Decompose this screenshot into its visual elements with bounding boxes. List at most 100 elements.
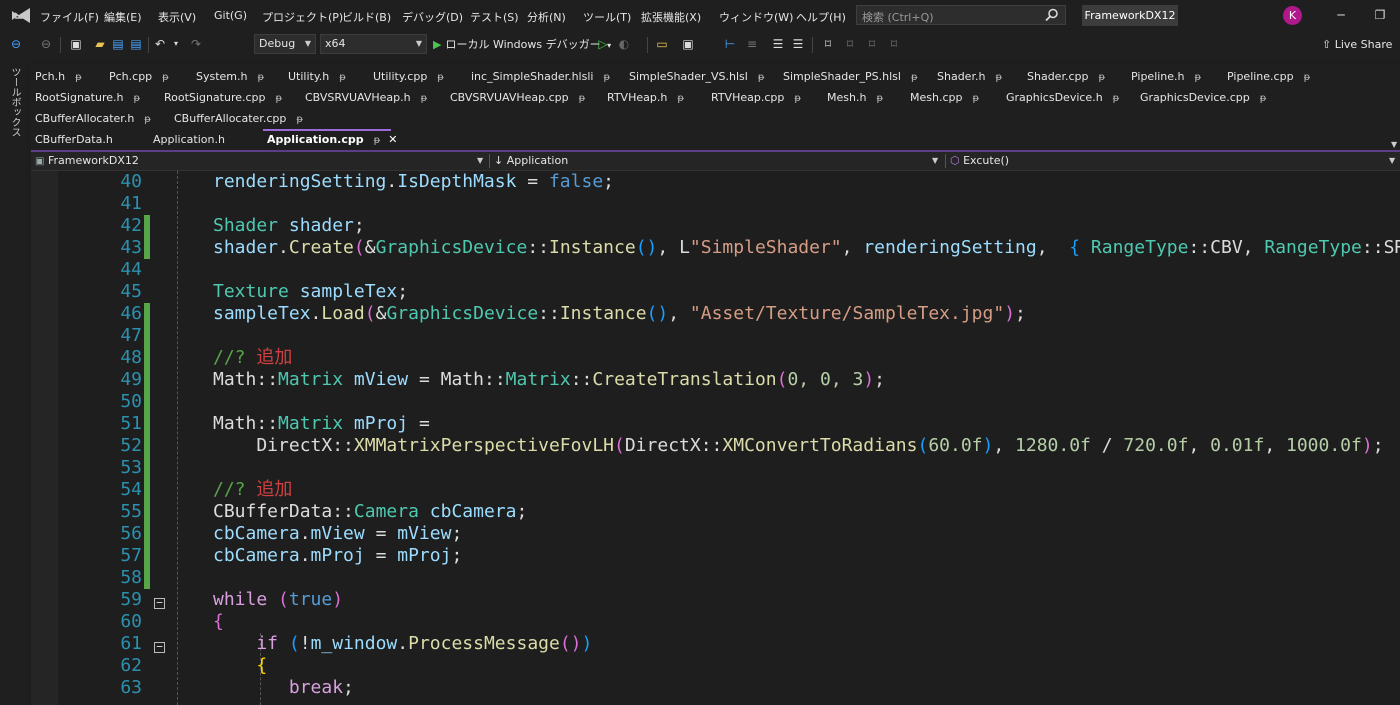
code-line[interactable]: { [213, 611, 224, 633]
pin-icon[interactable]: ᵽ [911, 72, 918, 83]
tab-cbufferallocater-cpp[interactable]: CBufferAllocater.cpp ᵽ [170, 108, 303, 129]
visual-studio-logo-icon[interactable] [10, 7, 32, 24]
pin-icon[interactable]: ᵽ [1260, 93, 1267, 104]
pin-icon[interactable]: ᵽ [75, 72, 82, 83]
undo-icon[interactable]: ↶ [152, 36, 168, 52]
bookmark-clear-icon[interactable]: ⌑ [886, 36, 902, 52]
pin-icon[interactable]: ᵽ [296, 114, 303, 125]
code-line[interactable]: cbCamera.mView = mView; [213, 523, 462, 545]
tab-cbvsrvuavheap-cpp[interactable]: CBVSRVUAVHeap.cpp ᵽ [446, 87, 585, 108]
chevron-down-icon[interactable]: ▼ [1391, 140, 1397, 149]
tab-cbvsrvuavheap-h[interactable]: CBVSRVUAVHeap.h ᵽ [301, 87, 427, 108]
avatar[interactable]: K [1283, 6, 1302, 25]
uncomment-icon[interactable]: ☰ [790, 36, 806, 52]
browse-icon[interactable]: ▭ [654, 36, 670, 52]
toolbox-panel[interactable]: ツールボックス [0, 59, 26, 705]
tab-simpleshader-vs-hlsl[interactable]: SimpleShader_VS.hlsl ᵽ [625, 66, 765, 87]
menu-extensions[interactable]: 拡張機能(X) [641, 9, 701, 25]
tab-inc-simpleshader-hlsli[interactable]: inc_SimpleShader.hlsli ᵽ [467, 66, 610, 87]
pin-icon[interactable]: ᵽ [758, 72, 765, 83]
pin-icon[interactable]: ᵽ [276, 93, 283, 104]
member-dropdown[interactable]: ⬡ Excute() ▼ [950, 152, 1398, 170]
collapse-icon[interactable]: − [154, 597, 165, 609]
tab-rootsignature-cpp[interactable]: RootSignature.cpp ᵽ [160, 87, 282, 108]
configuration-dropdown[interactable]: Debug ▼ [254, 34, 316, 54]
collapse-icon[interactable]: − [154, 641, 165, 653]
tab-utility-h[interactable]: Utility.h ᵽ [284, 66, 346, 87]
menu-tools[interactable]: ツール(T) [583, 9, 631, 25]
code-line[interactable]: shader.Create(&GraphicsDevice::Instance(… [213, 237, 1400, 259]
start-debugging-button[interactable]: ▶ ローカル Windows デバッガー ▾ [433, 36, 611, 52]
platform-dropdown[interactable]: x64 ▼ [320, 34, 427, 54]
pin-icon[interactable]: ᵽ [1195, 72, 1202, 83]
project-dropdown[interactable]: ▣ FrameworkDX12 ▼ [35, 152, 485, 170]
code-line[interactable]: DirectX::XMMatrixPerspectiveFovLH(Direct… [213, 435, 1383, 457]
menu-git[interactable]: Git(G) [214, 9, 247, 22]
window-layout-icon[interactable]: ▣ [680, 36, 696, 52]
hot-reload-icon[interactable]: ◐ [616, 36, 632, 52]
code-line[interactable]: Texture sampleTex; [213, 281, 408, 303]
start-without-debugging-icon[interactable]: ▷ [595, 36, 611, 52]
pin-icon[interactable]: ᵽ [437, 72, 444, 83]
pin-icon[interactable]: ᵽ [374, 135, 381, 146]
tab-cbufferdata-h[interactable]: CBufferData.h [31, 129, 113, 150]
tab-mesh-cpp[interactable]: Mesh.cpp ᵽ [906, 87, 979, 108]
menu-view[interactable]: 表示(V) [158, 9, 196, 25]
pin-icon[interactable]: ᵽ [421, 93, 428, 104]
pin-icon[interactable]: ᵽ [1113, 93, 1120, 104]
tab-rtvheap-h[interactable]: RTVHeap.h ᵽ [603, 87, 684, 108]
menu-analyze[interactable]: 分析(N) [527, 9, 566, 25]
code-line[interactable]: while (true) [213, 589, 343, 611]
tab-graphicsdevice-cpp[interactable]: GraphicsDevice.cpp ᵽ [1136, 87, 1266, 108]
code-line[interactable]: if (!m_window.ProcessMessage()) [213, 633, 592, 655]
code-line[interactable]: cbCamera.mProj = mProj; [213, 545, 462, 567]
pin-icon[interactable]: ᵽ [972, 93, 979, 104]
back-icon[interactable]: ⊖ [8, 36, 24, 52]
menu-build[interactable]: ビルド(B) [342, 9, 391, 25]
pin-icon[interactable]: ᵽ [339, 72, 346, 83]
tab-rtvheap-cpp[interactable]: RTVHeap.cpp ᵽ [707, 87, 801, 108]
menu-edit[interactable]: 編集(E) [104, 9, 142, 25]
save-all-icon[interactable]: ▤ [128, 36, 144, 52]
pin-icon[interactable]: ᵽ [603, 72, 610, 83]
step-over-icon[interactable]: ≡ [744, 36, 760, 52]
menu-file[interactable]: ファイル(F) [40, 9, 99, 25]
code-line[interactable]: { [213, 655, 267, 677]
menu-help[interactable]: ヘルプ(H) [796, 9, 846, 25]
close-icon[interactable]: ✕ [388, 133, 397, 146]
tab-shader-cpp[interactable]: Shader.cpp ᵽ [1023, 66, 1105, 87]
save-icon[interactable]: ▤ [110, 36, 126, 52]
new-project-icon[interactable]: ▣ [68, 36, 84, 52]
pin-icon[interactable]: ᵽ [258, 72, 265, 83]
scope-dropdown[interactable]: ↓ Application ▼ [494, 152, 943, 170]
code-line[interactable]: Math::Matrix mProj = [213, 413, 430, 435]
chevron-down-icon[interactable]: ▾ [168, 36, 184, 52]
minimize-icon[interactable]: ─ [1331, 5, 1351, 25]
menu-project[interactable]: プロジェクト(P) [262, 9, 343, 25]
search-input[interactable]: 検索 (Ctrl+Q) [856, 5, 1066, 25]
pin-icon[interactable]: ᵽ [162, 72, 169, 83]
tab-pch-cpp[interactable]: Pch.cpp ᵽ [105, 66, 169, 87]
forward-icon[interactable]: ⊖ [38, 36, 54, 52]
code-line[interactable]: //? 追加 [213, 479, 292, 501]
tab-shader-h[interactable]: Shader.h ᵽ [933, 66, 1002, 87]
code-editor[interactable]: 40 41 42 43 44 45 46 47 48 49 50 51 52 53 54 55 56 57 58 59… [31, 171, 1400, 705]
pin-icon[interactable]: ᵽ [677, 93, 684, 104]
menu-test[interactable]: テスト(S) [470, 9, 519, 25]
bookmark-icon[interactable]: ⌑ [820, 36, 836, 52]
code-line[interactable]: break; [213, 677, 354, 699]
menu-window[interactable]: ウィンドウ(W) [719, 9, 793, 25]
pin-icon[interactable]: ᵽ [995, 72, 1002, 83]
tab-cbufferallocater-h[interactable]: CBufferAllocater.h ᵽ [31, 108, 151, 129]
tab-pipeline-cpp[interactable]: Pipeline.cpp ᵽ [1223, 66, 1310, 87]
pin-icon[interactable]: ᵽ [794, 93, 801, 104]
pin-icon[interactable]: ᵽ [1304, 72, 1311, 83]
tab-utility-cpp[interactable]: Utility.cpp ᵽ [369, 66, 444, 87]
tab-rootsignature-h[interactable]: RootSignature.h ᵽ [31, 87, 140, 108]
tab-graphicsdevice-h[interactable]: GraphicsDevice.h ᵽ [1002, 87, 1119, 108]
bookmark-next-icon[interactable]: ⌑ [864, 36, 880, 52]
bookmark-prev-icon[interactable]: ⌑ [842, 36, 858, 52]
step-into-icon[interactable]: ⊢ [722, 36, 738, 52]
code-line[interactable]: CBufferData::Camera cbCamera; [213, 501, 527, 523]
code-line[interactable]: sampleTex.Load(&GraphicsDevice::Instance… [213, 303, 1026, 325]
